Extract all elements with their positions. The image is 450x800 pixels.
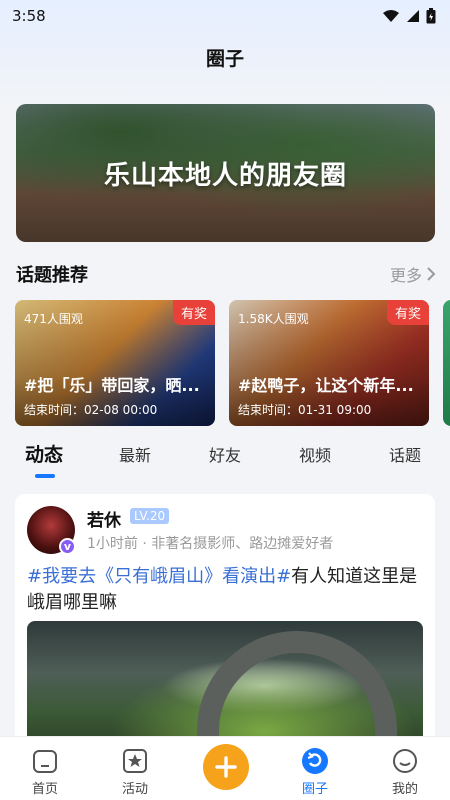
topic-name: #把「乐」带回家，晒... (24, 376, 200, 395)
nav-activity-label: 活动 (121, 782, 148, 797)
topic-carousel[interactable]: 471人围观 有奖 #把「乐」带回家，晒... 结束时间：02-08 00:00… (15, 300, 450, 426)
topic-name: #赵鸭子，让这个新年... (238, 376, 414, 395)
community-banner[interactable]: 乐山本地人的朋友圈 (16, 104, 435, 242)
feed-tabs: 动态 最新 好友 视频 话题 (0, 438, 450, 478)
level-badge: LV.20 (130, 508, 170, 524)
tab-friends[interactable]: 好友 (209, 442, 241, 466)
status-time: 3:58 (12, 7, 46, 25)
more-label: 更多 (389, 266, 422, 285)
status-icons (382, 8, 436, 24)
activity-star-icon (121, 747, 149, 775)
topic-end-time: 结束时间：01-31 09:00 (238, 403, 372, 417)
home-icon (31, 747, 59, 775)
post-text[interactable]: #我要去《只有峨眉山》看演出#有人知道这里是峨眉哪里嘛 (27, 564, 427, 616)
nav-circle-label: 圈子 (301, 782, 328, 797)
tab-videos[interactable]: 视频 (299, 442, 331, 466)
post-image[interactable] (27, 621, 423, 744)
topic-card[interactable]: 471人围观 有奖 #把「乐」带回家，晒... 结束时间：02-08 00:00 (15, 300, 215, 426)
topic-end-time: 结束时间：02-08 00:00 (24, 403, 158, 417)
topic-views: 1.58K人围观 (238, 312, 309, 326)
topic-views: 471人围观 (24, 312, 83, 326)
plus-icon (215, 756, 237, 778)
page-title: 圈子 (205, 48, 244, 70)
nav-mine[interactable]: 我的 (365, 737, 445, 800)
nav-circle[interactable]: 圈子 (275, 737, 355, 800)
nav-activity[interactable]: 活动 (95, 737, 175, 800)
topic-card-partial[interactable] (443, 300, 450, 426)
post-card[interactable]: v 若休 LV.20 1小时前 · 非著名摄影师、路边摊爱好者 #我要去《只有峨… (15, 494, 435, 744)
nav-mine-label: 我的 (391, 782, 418, 797)
post-meta: 1小时前 · 非著名摄影师、路边摊爱好者 (87, 536, 334, 552)
wifi-icon (383, 10, 399, 22)
topic-card[interactable]: 1.58K人围观 有奖 #赵鸭子，让这个新年... 结束时间：01-31 09:… (229, 300, 429, 426)
banner-text: 乐山本地人的朋友圈 (103, 160, 347, 191)
tab-latest[interactable]: 最新 (119, 442, 151, 466)
signal-icon (407, 10, 419, 22)
battery-icon (426, 8, 436, 24)
topics-section-title: 话题推荐 (16, 265, 88, 286)
active-tab-indicator (35, 474, 55, 478)
reward-badge: 有奖 (386, 300, 429, 325)
status-bar: 3:58 (0, 0, 450, 32)
smile-face-icon (391, 747, 419, 775)
stone-arch-shape (197, 631, 397, 744)
user-name[interactable]: 若休 (87, 506, 121, 531)
topics-section-header: 话题推荐 更多 (16, 260, 436, 288)
chevron-right-icon (427, 267, 436, 281)
reward-badge: 有奖 (172, 300, 215, 325)
tab-dynamic[interactable]: 动态 (25, 440, 63, 467)
create-post-button[interactable] (203, 744, 249, 790)
more-topics-link[interactable]: 更多 (390, 262, 436, 286)
post-hashtag[interactable]: #我要去《只有峨眉山》看演出# (27, 566, 291, 587)
verified-badge: v (59, 538, 76, 555)
nav-home-label: 首页 (31, 782, 58, 797)
circle-refresh-icon (301, 747, 329, 775)
nav-home[interactable]: 首页 (5, 737, 85, 800)
tab-topics[interactable]: 话题 (389, 442, 421, 466)
